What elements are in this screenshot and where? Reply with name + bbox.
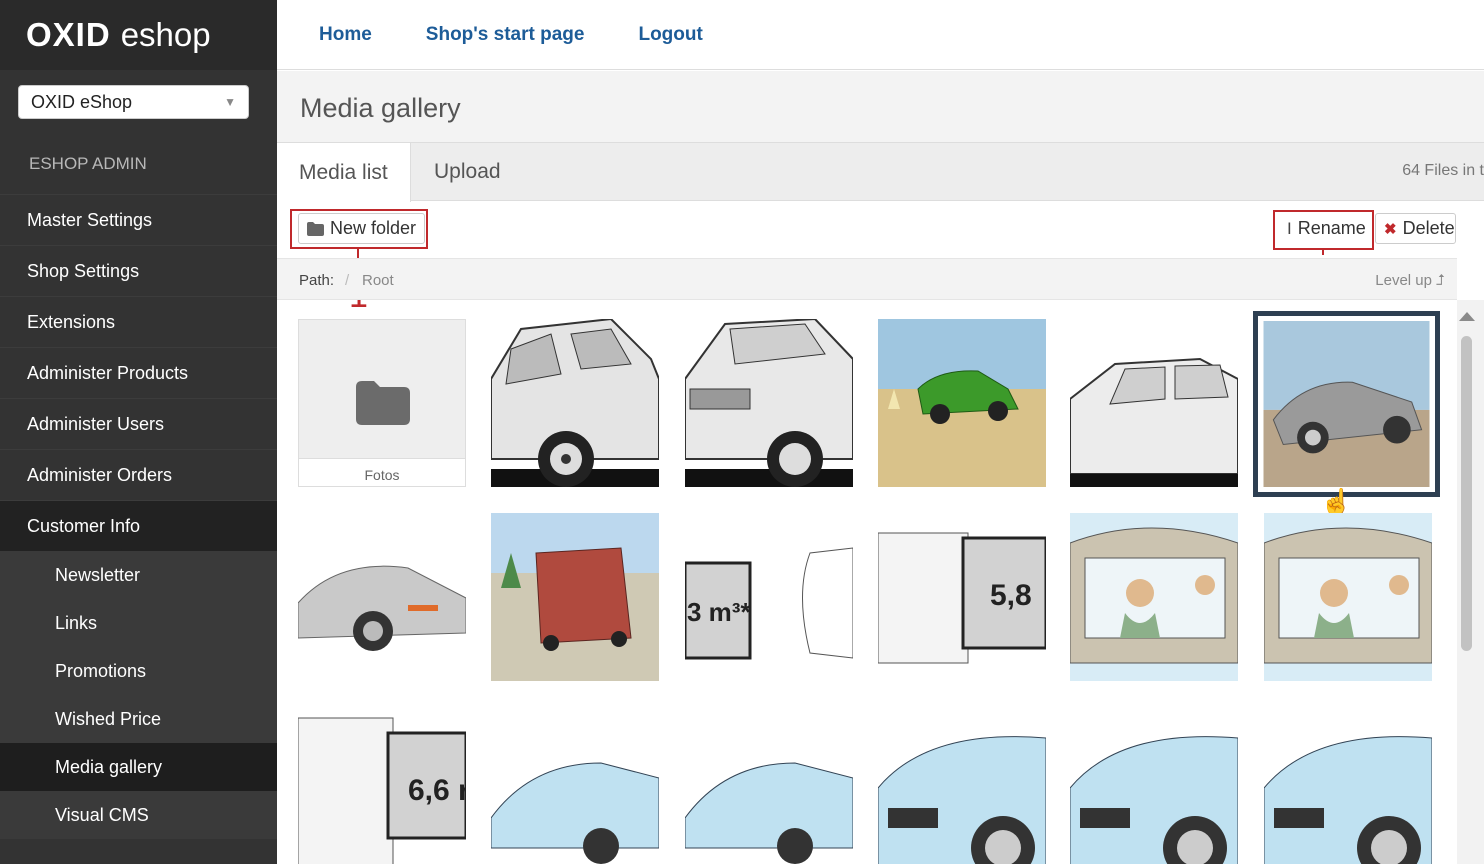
scroll-up-icon[interactable] [1459,312,1475,321]
path-separator: / [345,272,350,289]
media-thumb-green-suv-desert[interactable] [878,319,1046,487]
car-sketch-image [685,319,853,487]
sidebar-item-administer-orders[interactable]: Administer Orders [0,449,277,500]
car-sketch-image [1070,319,1238,487]
car-photo-image [298,513,466,681]
close-icon: ✖ [1384,220,1397,238]
media-thumb-cargo-6-6[interactable]: 6,6 r [298,708,466,864]
sidebar-item-administer-products[interactable]: Administer Products [0,347,277,398]
tab-upload[interactable]: Upload [412,143,523,201]
sidebar-item-master-settings[interactable]: Master Settings [0,194,277,245]
sidebar-subitem-newsletter[interactable]: Newsletter [0,551,277,599]
folder-tile[interactable]: Fotos [298,319,466,487]
sidebar-item-label: Administer Products [27,362,189,383]
tab-media-list[interactable]: Media list [277,143,411,202]
media-thumb-silver-coupe[interactable] [298,513,466,681]
sidebar-item-shop-settings[interactable]: Shop Settings [0,245,277,296]
level-up-link[interactable]: Level up ⮥ [1375,272,1445,289]
annotation-line-2 [1322,250,1324,255]
sidebar-section-label: ESHOP ADMIN [29,154,147,173]
media-thumb-suv-rear[interactable] [491,319,659,487]
shop-select-value: OXID eShop [31,91,133,112]
logo[interactable]: OXID eshop [0,0,277,70]
car-photo-image [878,319,1046,487]
media-thumb-family-car-a[interactable] [1070,513,1238,681]
delete-button[interactable]: ✖ Delete [1375,213,1456,244]
sidebar-item-administer-users[interactable]: Administer Users [0,398,277,449]
car-sketch-image [491,708,659,864]
chevron-down-icon: ▼ [224,95,236,109]
media-thumb-cargo-5-8[interactable]: 5,8 [878,513,1046,681]
sidebar-item-label: Master Settings [27,209,153,230]
annotation-box-2 [1273,210,1374,250]
sidebar-item-label: Shop Settings [27,260,140,281]
path-bar: Path: / Root Level up ⮥ [277,258,1457,300]
scrollbar-thumb[interactable] [1461,336,1472,651]
path-root-link[interactable]: Root [362,272,394,289]
sidebar-item-customer-info[interactable]: Customer Info [0,500,277,551]
sidebar-item-label: Wished Price [55,708,162,729]
selected-media-tile[interactable] [1253,311,1440,497]
car-sketch-image [878,708,1046,864]
nav-home-link[interactable]: Home [319,24,372,46]
media-thumb-blue-car-c[interactable] [878,708,1046,864]
media-thumb-blue-car-b[interactable] [685,708,853,864]
sports-car-photo-image [1263,321,1430,487]
shop-select[interactable]: OXID eShop ▼ [18,85,249,119]
media-thumb-blue-car-d[interactable] [1070,708,1238,864]
cargo-label: 6,6 r [408,774,466,807]
sidebar-item-label: Promotions [55,660,147,681]
sidebar-item-label: Links [55,612,98,633]
media-thumb-suv-front[interactable] [685,319,853,487]
delete-label: Delete [1402,218,1455,238]
logo-bold: OXID [26,16,111,53]
sidebar-subitem-visual-cms[interactable]: Visual CMS [0,791,277,839]
nav-logout-link[interactable]: Logout [638,24,702,46]
sidebar-item-label: Administer Users [27,413,165,434]
sidebar-item-label: Customer Info [27,515,141,536]
cargo-label: 5,8 [990,579,1032,612]
file-count: 64 Files in t [1402,162,1484,179]
page-title: Media gallery [277,71,1484,143]
annotation-box-1 [290,209,428,249]
sidebar-item-label: Visual CMS [55,804,149,825]
sidebar-item-label: Administer Orders [27,464,173,485]
media-thumb-cargo-3m3[interactable]: 3 m³* [685,513,853,681]
media-thumb-blue-car-a[interactable] [491,708,659,864]
sidebar-subitem-promotions[interactable]: Promotions [0,647,277,695]
sidebar-subitem-wished-price[interactable]: Wished Price [0,695,277,743]
car-sketch-image [685,708,853,864]
media-thumb-suv-side[interactable] [1070,319,1238,487]
sidebar: OXID eshop OXID eShop ▼ ESHOP ADMIN Mast… [0,0,277,864]
sidebar-item-label: Extensions [27,311,116,332]
sidebar-item-label: Media gallery [55,756,163,777]
family-car-sketch-image [1070,513,1238,681]
family-car-sketch-image [1264,513,1432,681]
logo-light: eshop [120,16,211,53]
media-thumb-red-van[interactable] [491,513,659,681]
sidebar-item-extensions[interactable]: Extensions [0,296,277,347]
top-nav: Home Shop's start page Logout [277,0,1484,70]
car-sketch-image [1264,708,1432,864]
media-scrollbar[interactable] [1457,300,1484,864]
media-thumb-blue-car-e[interactable] [1264,708,1432,864]
path-label: Path: [299,272,335,289]
nav-start-page-link[interactable]: Shop's start page [426,24,585,46]
media-thumb-family-car-b[interactable] [1264,513,1432,681]
tab-bar: Media list Upload 64 Files in t [277,143,1484,202]
sidebar-item-label: Newsletter [55,564,141,585]
cargo-label: 3 m³* [687,597,751,627]
sidebar-subitem-media-gallery[interactable]: Media gallery [0,743,277,791]
folder-name: Fotos [299,458,465,486]
car-sketch-image [491,319,659,487]
car-sketch-image [1070,708,1238,864]
app: OXID eshop OXID eShop ▼ ESHOP ADMIN Mast… [0,0,1484,864]
sidebar-subitem-links[interactable]: Links [0,599,277,647]
van-sketch-image [491,513,659,681]
